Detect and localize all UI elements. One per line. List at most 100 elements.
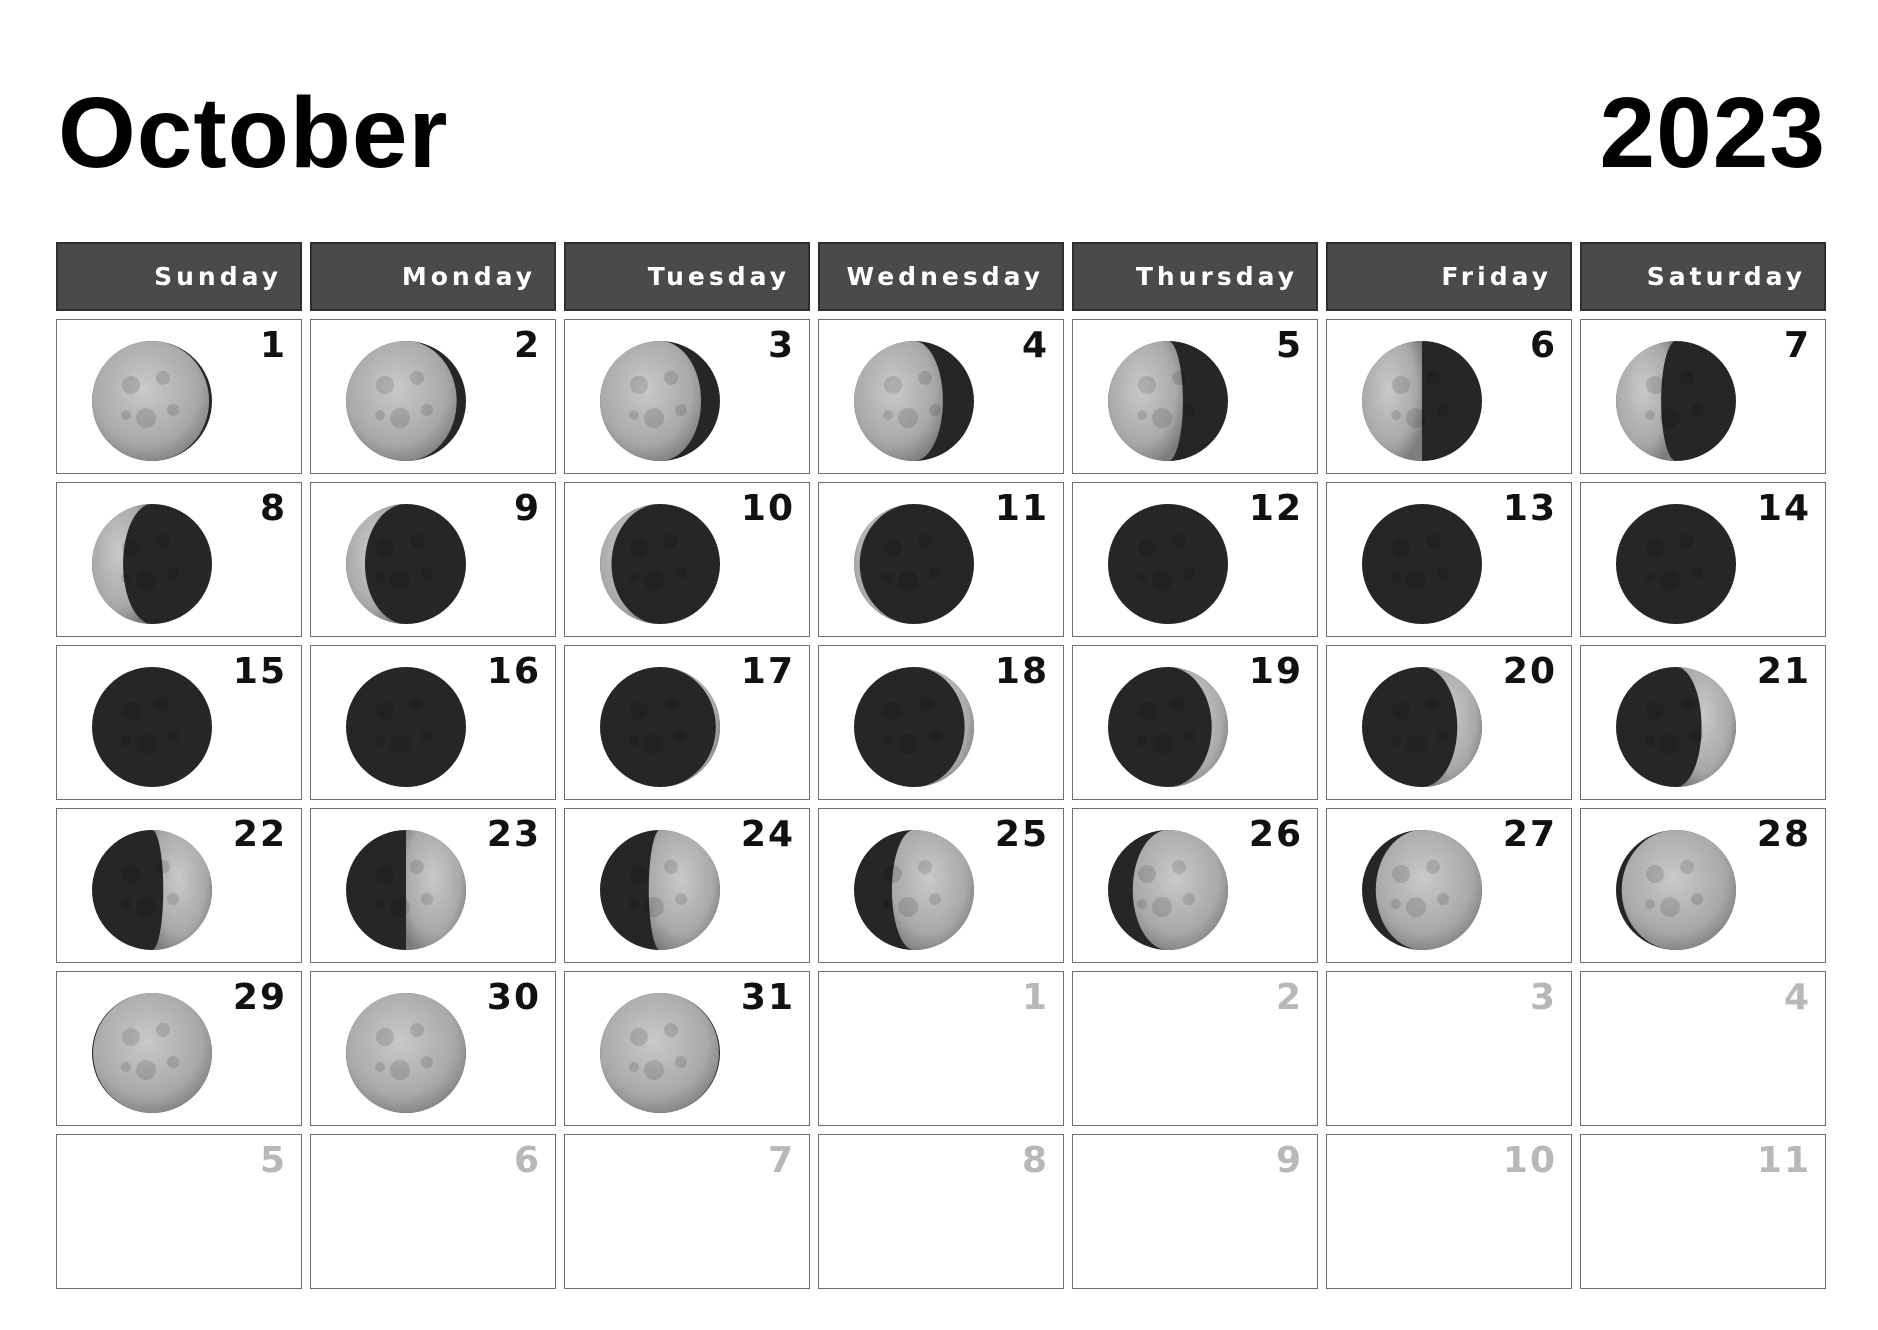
day-number: 25	[994, 814, 1049, 855]
day-number: 1	[259, 325, 287, 366]
moon-phase-icon	[1362, 830, 1482, 950]
day-cell[interactable]: 6	[1326, 319, 1572, 474]
day-cell[interactable]: 22	[56, 808, 302, 963]
weekday-header-tuesday: Tuesday	[564, 242, 810, 311]
day-number: 5	[1275, 325, 1303, 366]
day-cell[interactable]: 20	[1326, 645, 1572, 800]
day-cell[interactable]: 16	[310, 645, 556, 800]
adjacent-month-day-cell[interactable]: 2	[1072, 971, 1318, 1126]
adjacent-month-day-cell[interactable]: 10	[1326, 1134, 1572, 1289]
moon-phase-icon	[1108, 504, 1228, 624]
day-number: 8	[1021, 1140, 1049, 1181]
moon-phase-icon	[346, 341, 466, 461]
moon-phase-icon	[92, 830, 212, 950]
day-number: 6	[1529, 325, 1557, 366]
moon-phase-icon	[600, 993, 720, 1113]
day-number: 11	[994, 488, 1049, 529]
moon-phase-icon	[346, 667, 466, 787]
day-number: 13	[1502, 488, 1557, 529]
day-number: 1	[1021, 977, 1049, 1018]
day-number: 14	[1756, 488, 1811, 529]
moon-phase-icon	[1362, 667, 1482, 787]
day-cell[interactable]: 29	[56, 971, 302, 1126]
day-cell[interactable]: 30	[310, 971, 556, 1126]
moon-phase-icon	[600, 504, 720, 624]
day-cell[interactable]: 1	[56, 319, 302, 474]
day-number: 17	[740, 651, 795, 692]
day-number: 4	[1783, 977, 1811, 1018]
adjacent-month-day-cell[interactable]: 8	[818, 1134, 1064, 1289]
day-cell[interactable]: 7	[1580, 319, 1826, 474]
day-number: 30	[486, 977, 541, 1018]
day-cell[interactable]: 12	[1072, 482, 1318, 637]
day-number: 4	[1021, 325, 1049, 366]
adjacent-month-day-cell[interactable]: 1	[818, 971, 1064, 1126]
day-number: 7	[1783, 325, 1811, 366]
day-cell[interactable]: 13	[1326, 482, 1572, 637]
moon-phase-icon	[1108, 341, 1228, 461]
day-number: 3	[767, 325, 795, 366]
day-number: 6	[513, 1140, 541, 1181]
calendar-grid: Sunday Monday Tuesday Wednesday Thursday Frid…	[56, 242, 1826, 1297]
moon-phase-icon	[92, 504, 212, 624]
day-cell[interactable]: 14	[1580, 482, 1826, 637]
moon-phase-icon	[346, 830, 466, 950]
day-number: 29	[232, 977, 287, 1018]
day-cell[interactable]: 28	[1580, 808, 1826, 963]
day-number: 12	[1248, 488, 1303, 529]
adjacent-month-day-cell[interactable]: 3	[1326, 971, 1572, 1126]
day-cell[interactable]: 9	[310, 482, 556, 637]
page-title-year: 2023	[1599, 77, 1826, 189]
day-number: 10	[1502, 1140, 1557, 1181]
moon-phase-icon	[1616, 667, 1736, 787]
day-number: 15	[232, 651, 287, 692]
weekday-header-saturday: Saturday	[1580, 242, 1826, 311]
adjacent-month-day-cell[interactable]: 7	[564, 1134, 810, 1289]
day-number: 26	[1248, 814, 1303, 855]
moon-phase-icon	[854, 667, 974, 787]
day-cell[interactable]: 5	[1072, 319, 1318, 474]
day-number: 21	[1756, 651, 1811, 692]
day-number: 5	[259, 1140, 287, 1181]
day-cell[interactable]: 26	[1072, 808, 1318, 963]
moon-phase-icon	[1108, 667, 1228, 787]
day-cell[interactable]: 31	[564, 971, 810, 1126]
day-cell[interactable]: 3	[564, 319, 810, 474]
day-number: 23	[486, 814, 541, 855]
weekday-header-sunday: Sunday	[56, 242, 302, 311]
adjacent-month-day-cell[interactable]: 4	[1580, 971, 1826, 1126]
day-number: 16	[486, 651, 541, 692]
moon-phase-icon	[346, 993, 466, 1113]
weekday-header-wednesday: Wednesday	[818, 242, 1064, 311]
day-number: 11	[1756, 1140, 1811, 1181]
moon-phase-icon	[1108, 830, 1228, 950]
moon-phase-icon	[600, 830, 720, 950]
day-cell[interactable]: 21	[1580, 645, 1826, 800]
day-cell[interactable]: 15	[56, 645, 302, 800]
weekday-header-friday: Friday	[1326, 242, 1572, 311]
moon-phase-icon	[1362, 504, 1482, 624]
day-number: 18	[994, 651, 1049, 692]
day-cell[interactable]: 19	[1072, 645, 1318, 800]
weekday-header-monday: Monday	[310, 242, 556, 311]
adjacent-month-day-cell[interactable]: 6	[310, 1134, 556, 1289]
moon-phase-icon	[1616, 830, 1736, 950]
day-cell[interactable]: 24	[564, 808, 810, 963]
day-cell[interactable]: 8	[56, 482, 302, 637]
day-cell[interactable]: 10	[564, 482, 810, 637]
day-number: 2	[513, 325, 541, 366]
day-cell[interactable]: 4	[818, 319, 1064, 474]
day-cell[interactable]: 27	[1326, 808, 1572, 963]
day-cell[interactable]: 25	[818, 808, 1064, 963]
day-cell[interactable]: 17	[564, 645, 810, 800]
moon-phase-icon	[854, 504, 974, 624]
day-cell[interactable]: 18	[818, 645, 1064, 800]
adjacent-month-day-cell[interactable]: 9	[1072, 1134, 1318, 1289]
adjacent-month-day-cell[interactable]: 11	[1580, 1134, 1826, 1289]
day-number: 24	[740, 814, 795, 855]
day-cell[interactable]: 2	[310, 319, 556, 474]
adjacent-month-day-cell[interactable]: 5	[56, 1134, 302, 1289]
day-cell[interactable]: 11	[818, 482, 1064, 637]
moon-phase-icon	[854, 830, 974, 950]
day-cell[interactable]: 23	[310, 808, 556, 963]
